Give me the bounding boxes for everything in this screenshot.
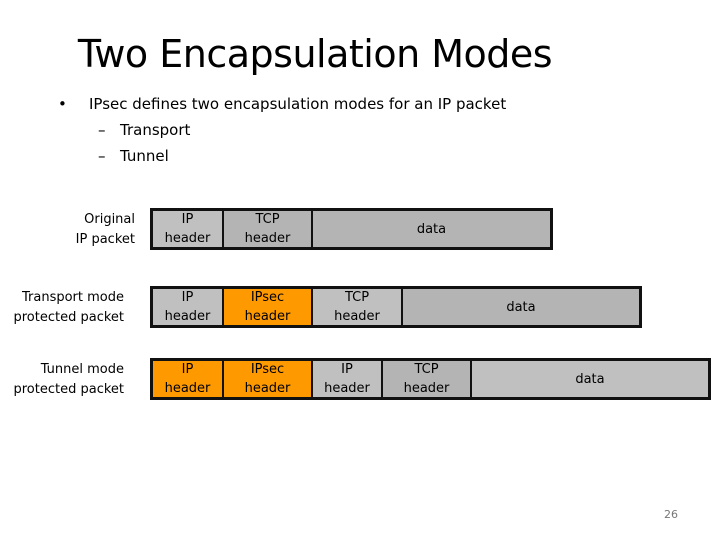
cell-ip-header: IP header bbox=[313, 361, 383, 397]
packet-original: IP header TCP header data bbox=[150, 208, 553, 250]
sub-bullet-text: Transport bbox=[120, 121, 191, 139]
row-label-line1: Tunnel mode bbox=[40, 362, 124, 377]
row-label-line2: IP packet bbox=[75, 232, 135, 247]
cell-ipsec-header: IPsec header bbox=[224, 289, 313, 325]
packet-tunnel: IP header IPsec header IP header TCP hea… bbox=[150, 358, 711, 400]
row-label-line2: protected packet bbox=[13, 310, 124, 325]
cell-tcp-header: TCP header bbox=[383, 361, 472, 397]
slide-title: Two Encapsulation Modes bbox=[77, 32, 553, 76]
cell-line2: header bbox=[244, 231, 291, 246]
cell-line2: header bbox=[244, 309, 291, 324]
cell-tcp-header: TCP header bbox=[224, 211, 313, 247]
cell-line2: header bbox=[403, 381, 450, 396]
cell-data: data bbox=[403, 289, 639, 325]
cell-line2: header bbox=[334, 309, 380, 324]
row-label-line1: Transport mode bbox=[21, 290, 124, 305]
row-label-tunnel: Tunnel mode protected packet bbox=[13, 360, 124, 400]
cell-line2: header bbox=[164, 381, 211, 396]
sub-bullet-text: Tunnel bbox=[120, 147, 169, 165]
cell-line1: IPsec bbox=[250, 290, 285, 305]
row-label-original: Original IP packet bbox=[76, 210, 135, 250]
cell-line1: TCP bbox=[255, 212, 280, 227]
cell-new-ip-header: IP header bbox=[153, 361, 224, 397]
cell-line1: IP bbox=[181, 212, 194, 227]
bullet-text: IPsec defines two encapsulation modes fo… bbox=[89, 95, 507, 113]
cell-ipsec-header: IPsec header bbox=[224, 361, 313, 397]
cell-line1: IP bbox=[181, 362, 194, 377]
cell-line2: header bbox=[164, 231, 211, 246]
cell-line1: data bbox=[416, 221, 447, 237]
row-label-line2: protected packet bbox=[13, 382, 124, 397]
row-label-transport: Transport mode protected packet bbox=[13, 288, 124, 328]
cell-line1: IPsec bbox=[250, 362, 285, 377]
cell-tcp-header: TCP header bbox=[313, 289, 403, 325]
sub-bullet-marker: – bbox=[98, 121, 106, 139]
cell-line2: header bbox=[324, 381, 370, 396]
sub-bullet-transport: – Transport bbox=[98, 121, 190, 139]
page-number: 26 bbox=[664, 508, 678, 521]
cell-line1: IP bbox=[181, 290, 194, 305]
cell-ip-header: IP header bbox=[153, 289, 224, 325]
cell-line2: header bbox=[244, 381, 291, 396]
cell-data: data bbox=[313, 211, 550, 247]
row-label-line1: Original bbox=[84, 212, 135, 227]
cell-line1: TCP bbox=[344, 290, 370, 305]
cell-line1: IP bbox=[341, 362, 353, 377]
cell-line1: data bbox=[506, 299, 536, 315]
cell-line2: header bbox=[164, 309, 211, 324]
cell-data: data bbox=[472, 361, 708, 397]
sub-bullet-tunnel: – Tunnel bbox=[98, 147, 169, 165]
cell-line1: data bbox=[575, 371, 605, 387]
cell-line1: TCP bbox=[414, 362, 439, 377]
cell-ip-header: IP header bbox=[153, 211, 224, 247]
packet-transport: IP header IPsec header TCP header data bbox=[150, 286, 642, 328]
bullet-marker: • bbox=[58, 95, 67, 113]
sub-bullet-marker: – bbox=[98, 147, 106, 165]
